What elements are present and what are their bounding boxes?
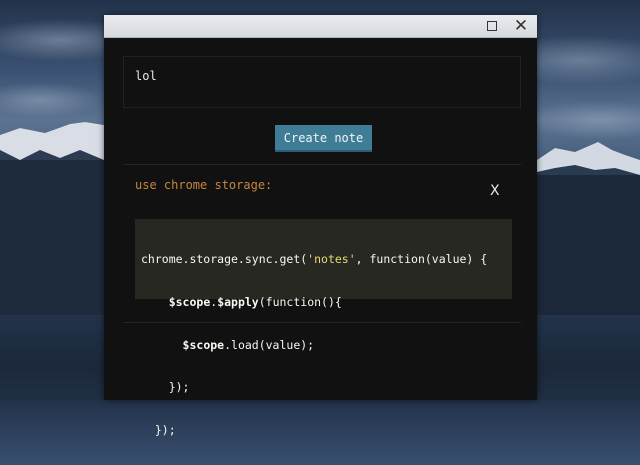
code-line: $scope.$apply(function(){ [168, 295, 342, 310]
close-button[interactable]: ✕ [507, 15, 535, 37]
maximize-icon [487, 21, 497, 31]
divider [123, 322, 521, 323]
code-line: $scope.load(value); [182, 337, 315, 352]
create-note-button[interactable]: Create note [275, 125, 372, 152]
code-block: chrome.storage.sync.get('notes', functio… [135, 219, 512, 437]
delete-note-button[interactable]: X [490, 183, 500, 199]
close-icon: ✕ [513, 16, 529, 36]
maximize-button[interactable] [478, 15, 506, 37]
app-window: ✕ lol Create note use chrome storage: X … [104, 15, 537, 437]
note-text[interactable]: use chrome storage: [135, 178, 272, 192]
code-line: }); [141, 380, 190, 395]
window-titlebar[interactable]: ✕ [104, 15, 537, 38]
note-input[interactable]: lol [123, 56, 521, 108]
code-line: chrome.storage.sync.get('notes', functio… [141, 252, 488, 267]
divider [123, 164, 521, 165]
code-line: }); [141, 422, 176, 437]
